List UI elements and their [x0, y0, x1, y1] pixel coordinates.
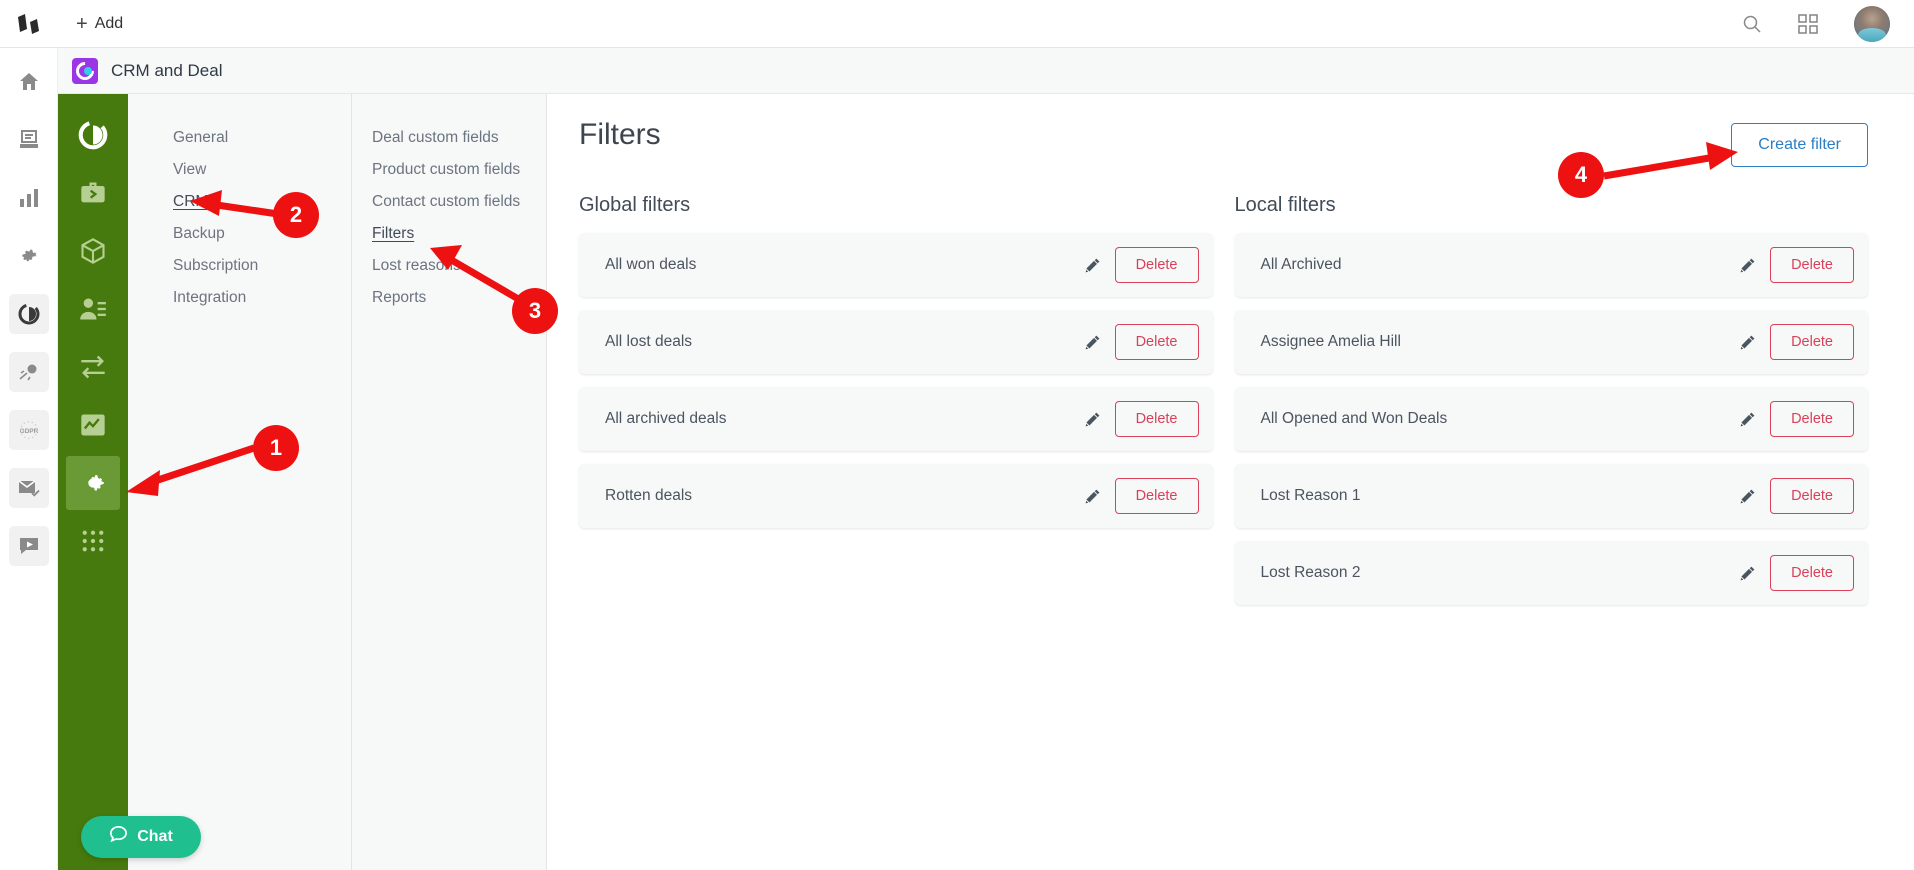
filters-column-global-filters: Global filters All won deals Delete All los…: [579, 194, 1213, 618]
rail-item-feed[interactable]: [9, 120, 49, 160]
menu-item-view[interactable]: View: [128, 154, 351, 186]
rail-item-gdpr[interactable]: GDPR: [8, 410, 49, 450]
create-filter-button[interactable]: Create filter: [1731, 123, 1868, 167]
menu-item-subscription[interactable]: Subscription: [128, 250, 351, 282]
filters-columns: Global filters All won deals Delete All los…: [579, 194, 1868, 618]
filter-card: Rotten deals Delete: [579, 464, 1213, 528]
sidebar-item-crm-dashboard[interactable]: [66, 108, 120, 162]
delete-button[interactable]: Delete: [1770, 324, 1854, 360]
menu-item-integration[interactable]: Integration: [128, 282, 351, 314]
menu-item-product-custom-fields[interactable]: Product custom fields: [352, 154, 546, 186]
top-bar-actions: [1742, 5, 1914, 42]
filter-name: All lost deals: [605, 333, 693, 350]
filter-name: All won deals: [605, 256, 697, 273]
crm-app-logo-icon: [72, 57, 98, 84]
menu-item-backup[interactable]: Backup: [128, 218, 351, 250]
column-title: Local filters: [1234, 194, 1336, 216]
page-title: Filters: [579, 118, 661, 151]
sidebar-item-reports[interactable]: [66, 398, 120, 452]
rail-item-home[interactable]: [9, 62, 49, 102]
sidebar-item-products[interactable]: [66, 224, 120, 278]
pencil-icon[interactable]: [1739, 565, 1756, 582]
filter-card: All Archived Delete: [1234, 233, 1868, 297]
filter-name: Rotten deals: [605, 487, 693, 504]
filter-card: Lost Reason 2 Delete: [1234, 541, 1868, 605]
add-button-label: Add: [94, 14, 124, 32]
delete-button[interactable]: Delete: [1770, 478, 1854, 514]
delete-button[interactable]: Delete: [1770, 555, 1854, 591]
filter-card: All Opened and Won Deals Delete: [1234, 387, 1868, 451]
pencil-icon[interactable]: [1739, 257, 1756, 274]
delete-button[interactable]: Delete: [1770, 401, 1854, 437]
filter-name: All Archived: [1260, 256, 1342, 273]
filter-card: All won deals Delete: [579, 233, 1213, 297]
grid-apps-icon[interactable]: [1798, 13, 1818, 34]
menu-item-filters[interactable]: Filters: [352, 218, 546, 250]
menu-item-general[interactable]: General: [128, 122, 351, 154]
sidebar-item-apps[interactable]: [66, 514, 120, 568]
chat-bubble-icon: [109, 825, 128, 849]
menu-item-deal-custom-fields[interactable]: Deal custom fields: [352, 122, 546, 154]
filter-card: Assignee Amelia Hill Delete: [1234, 310, 1868, 374]
rail-item-mail[interactable]: [8, 468, 49, 508]
filter-name: Lost Reason 1: [1260, 487, 1361, 504]
add-button[interactable]: + Add: [76, 14, 123, 34]
svg-text:GDPR: GDPR: [19, 428, 38, 435]
pencil-icon[interactable]: [1739, 488, 1756, 505]
app-header: CRM and Deal: [58, 48, 1914, 94]
bitrix-logo-icon[interactable]: [0, 0, 58, 48]
avatar[interactable]: [1854, 5, 1890, 42]
pencil-icon[interactable]: [1084, 488, 1101, 505]
pencil-icon[interactable]: [1739, 334, 1756, 351]
chat-button-label: Chat: [137, 828, 173, 845]
rail-item-analytics[interactable]: [9, 178, 49, 218]
pencil-icon[interactable]: [1084, 334, 1101, 351]
filter-name: All Opened and Won Deals: [1260, 410, 1448, 427]
settings-menu-level-1: General View CRM Backup Subscription Integrat…: [128, 94, 352, 870]
filter-card: All lost deals Delete: [579, 310, 1213, 374]
pencil-icon[interactable]: [1084, 257, 1101, 274]
app-sidebar: [58, 94, 128, 870]
chat-button[interactable]: Chat: [81, 816, 201, 858]
sidebar-item-deals[interactable]: [66, 166, 120, 220]
settings-menu-level-2: Deal custom fields Product custom fields C…: [352, 94, 547, 870]
delete-button[interactable]: Delete: [1114, 324, 1199, 360]
delete-button[interactable]: Delete: [1770, 247, 1854, 283]
filter-name: Assignee Amelia Hill: [1260, 333, 1401, 350]
sidebar-item-contacts[interactable]: [66, 282, 120, 336]
filter-name: All archived deals: [605, 410, 727, 427]
sidebar-item-transfer[interactable]: [66, 340, 120, 394]
main-content: Filters Create filter Global filters All …: [547, 94, 1914, 870]
rail-item-video[interactable]: [8, 526, 49, 566]
app-title: CRM and Deal: [111, 60, 223, 80]
rail-item-marketing[interactable]: [8, 352, 49, 392]
global-icon-rail: GDPR: [0, 48, 58, 870]
plus-icon: +: [76, 12, 88, 35]
pencil-icon[interactable]: [1739, 411, 1756, 428]
sidebar-item-settings[interactable]: [66, 456, 120, 510]
filter-card: Lost Reason 1 Delete: [1234, 464, 1868, 528]
filter-name: Lost Reason 2: [1260, 564, 1361, 581]
top-bar: + Add: [0, 0, 1914, 48]
delete-button[interactable]: Delete: [1114, 247, 1199, 283]
column-title: Global filters: [579, 194, 691, 216]
menu-item-contact-custom-fields[interactable]: Contact custom fields: [352, 186, 546, 218]
pencil-icon[interactable]: [1084, 411, 1101, 428]
menu-item-lost-reasons[interactable]: Lost reasons: [352, 250, 546, 282]
search-icon[interactable]: [1742, 14, 1762, 34]
filters-column-local-filters: Local filters All Archived Delete Assignee …: [1234, 194, 1868, 618]
delete-button[interactable]: Delete: [1114, 401, 1199, 437]
menu-item-crm[interactable]: CRM: [128, 186, 351, 218]
rail-item-crm-and-deal[interactable]: [8, 294, 49, 334]
delete-button[interactable]: Delete: [1114, 478, 1199, 514]
menu-item-reports[interactable]: Reports: [352, 282, 546, 314]
rail-item-settings[interactable]: [9, 236, 49, 276]
filter-card: All archived deals Delete: [579, 387, 1213, 451]
